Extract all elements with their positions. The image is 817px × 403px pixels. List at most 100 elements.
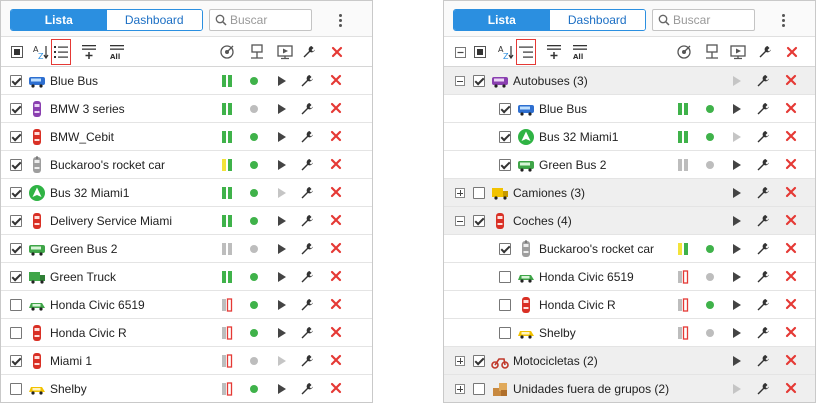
group-name[interactable]: Coches (4)	[513, 214, 572, 228]
play-icon[interactable]	[278, 216, 286, 226]
wrench-icon[interactable]	[300, 186, 314, 200]
unit-row[interactable]: Honda Civic R	[444, 291, 815, 319]
remove-icon[interactable]	[330, 382, 344, 396]
unit-name[interactable]: Buckaroo's rocket car	[50, 158, 165, 172]
row-checkbox[interactable]	[499, 159, 511, 171]
row-checkbox[interactable]	[499, 299, 511, 311]
remove-icon[interactable]	[330, 102, 344, 116]
wrench-icon[interactable]	[756, 326, 770, 340]
remove-icon[interactable]	[785, 186, 799, 200]
play-icon[interactable]	[733, 328, 741, 338]
unit-row[interactable]: Honda Civic 6519	[1, 291, 372, 319]
group-row[interactable]: Coches (4)	[444, 207, 815, 235]
remove-all-button[interactable]	[327, 42, 347, 62]
group-name[interactable]: Unidades fuera de grupos (2)	[513, 382, 669, 396]
more-options-icon[interactable]	[774, 9, 792, 31]
play-icon[interactable]	[278, 300, 286, 310]
play-icon[interactable]	[278, 328, 286, 338]
row-checkbox[interactable]	[499, 131, 511, 143]
remove-icon[interactable]	[785, 74, 799, 88]
tab-dashboard[interactable]: Dashboard	[106, 10, 202, 30]
remove-icon[interactable]	[330, 326, 344, 340]
unit-row[interactable]: Buckaroo's rocket car	[444, 235, 815, 263]
group-name[interactable]: Autobuses (3)	[513, 74, 588, 88]
wrench-icon[interactable]	[300, 242, 314, 256]
remove-icon[interactable]	[330, 214, 344, 228]
row-checkbox[interactable]	[473, 187, 485, 199]
add-all-button[interactable]: All	[107, 42, 127, 62]
unit-row[interactable]: Blue Bus	[444, 95, 815, 123]
collapse-toggle[interactable]	[455, 216, 465, 226]
unit-row[interactable]: Buckaroo's rocket car	[1, 151, 372, 179]
remove-all-button[interactable]	[782, 42, 802, 62]
row-checkbox[interactable]	[473, 75, 485, 87]
tab-lista[interactable]: Lista	[11, 10, 107, 30]
remove-icon[interactable]	[785, 382, 799, 396]
unit-name[interactable]: Delivery Service Miami	[50, 214, 172, 228]
remove-icon[interactable]	[785, 326, 799, 340]
group-row[interactable]: Unidades fuera de grupos (2)	[444, 375, 815, 402]
row-checkbox[interactable]	[10, 355, 22, 367]
wrench-icon[interactable]	[300, 102, 314, 116]
unit-name[interactable]: Honda Civic 6519	[539, 270, 634, 284]
row-checkbox[interactable]	[10, 299, 22, 311]
wrench-icon[interactable]	[300, 298, 314, 312]
row-checkbox[interactable]	[499, 103, 511, 115]
unit-name[interactable]: Buckaroo's rocket car	[539, 242, 654, 256]
remove-icon[interactable]	[785, 242, 799, 256]
unit-name[interactable]: Bus 32 Miami1	[50, 186, 129, 200]
wrench-icon[interactable]	[300, 354, 314, 368]
play-icon[interactable]	[733, 216, 741, 226]
row-checkbox[interactable]	[10, 187, 22, 199]
play-icon[interactable]	[733, 244, 741, 254]
wrench-icon[interactable]	[756, 270, 770, 284]
row-checkbox[interactable]	[10, 383, 22, 395]
connection-column-header[interactable]	[674, 42, 694, 62]
unit-name[interactable]: Miami 1	[50, 354, 92, 368]
unit-name[interactable]: BMW_Cebit	[50, 130, 114, 144]
wrench-icon[interactable]	[756, 242, 770, 256]
remove-icon[interactable]	[785, 214, 799, 228]
unit-row[interactable]: BMW_Cebit	[1, 123, 372, 151]
remove-icon[interactable]	[785, 158, 799, 172]
wrench-icon[interactable]	[300, 326, 314, 340]
unit-name[interactable]: Blue Bus	[50, 74, 98, 88]
group-name[interactable]: Camiones (3)	[513, 186, 585, 200]
unit-name[interactable]: Green Bus 2	[50, 242, 117, 256]
row-checkbox[interactable]	[499, 271, 511, 283]
remove-icon[interactable]	[785, 130, 799, 144]
video-column-header[interactable]	[728, 42, 748, 62]
group-row[interactable]: Motocicletas (2)	[444, 347, 815, 375]
group-row[interactable]: Camiones (3)	[444, 179, 815, 207]
play-icon[interactable]	[278, 244, 286, 254]
play-icon[interactable]	[733, 300, 741, 310]
unit-row[interactable]: Shelby	[444, 319, 815, 347]
unit-row[interactable]: Delivery Service Miami	[1, 207, 372, 235]
unit-row[interactable]: Shelby	[1, 375, 372, 402]
group-row[interactable]: Autobuses (3)	[444, 67, 815, 95]
unit-row[interactable]: Bus 32 Miami1	[444, 123, 815, 151]
monitoring-column-header[interactable]	[702, 42, 722, 62]
play-icon[interactable]	[278, 384, 286, 394]
row-checkbox[interactable]	[10, 215, 22, 227]
play-icon[interactable]	[733, 160, 741, 170]
unit-name[interactable]: Honda Civic R	[539, 298, 616, 312]
unit-row[interactable]: BMW 3 series	[1, 95, 372, 123]
unit-row[interactable]: Green Bus 2	[444, 151, 815, 179]
row-checkbox[interactable]	[499, 243, 511, 255]
unit-name[interactable]: Honda Civic R	[50, 326, 127, 340]
group-name[interactable]: Motocicletas (2)	[513, 354, 598, 368]
unit-name[interactable]: Honda Civic 6519	[50, 298, 145, 312]
expand-toggle[interactable]	[455, 384, 465, 394]
remove-icon[interactable]	[785, 102, 799, 116]
row-checkbox[interactable]	[10, 103, 22, 115]
unit-name[interactable]: BMW 3 series	[50, 102, 125, 116]
row-checkbox[interactable]	[10, 159, 22, 171]
monitoring-column-header[interactable]	[247, 42, 267, 62]
select-all-toggle[interactable]	[7, 42, 27, 62]
unit-name[interactable]: Shelby	[50, 382, 87, 396]
play-icon[interactable]	[278, 104, 286, 114]
remove-icon[interactable]	[330, 270, 344, 284]
remove-icon[interactable]	[785, 354, 799, 368]
play-icon[interactable]	[733, 356, 741, 366]
